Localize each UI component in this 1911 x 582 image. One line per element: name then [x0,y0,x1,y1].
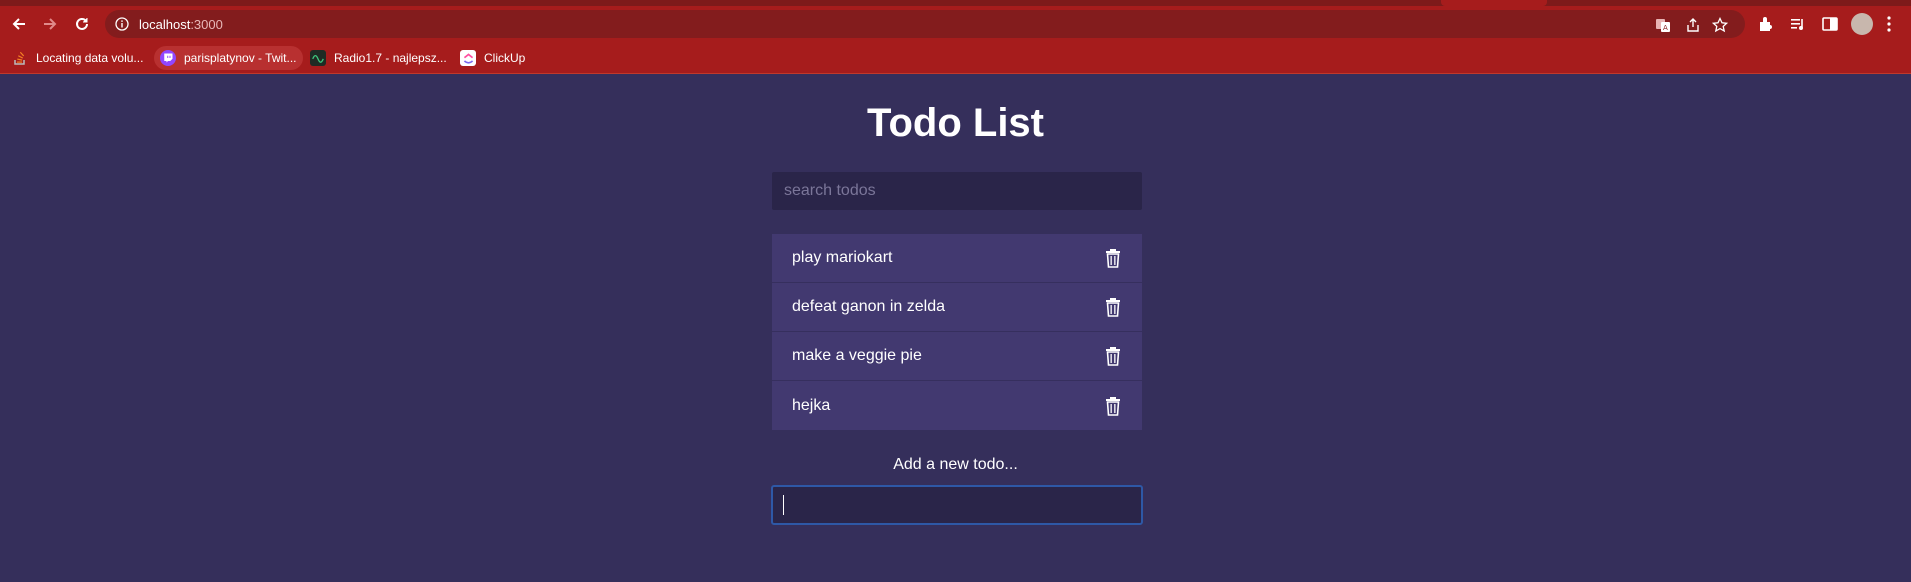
todo-text: make a veggie pie [792,347,922,364]
radio-wave-icon [310,50,326,66]
browser-toolbar: localhost:3000 A [0,6,1911,42]
arrow-left-icon [12,18,25,30]
todo-item: make a veggie pie [772,332,1142,381]
svg-text:A: A [1663,24,1668,32]
add-todo-input[interactable] [771,485,1143,525]
trash-icon[interactable] [1104,297,1122,317]
bookmark-label: parisplatynov - Twit... [184,51,297,65]
reload-button[interactable] [70,12,94,36]
back-button[interactable] [7,12,31,36]
forward-button[interactable] [38,12,62,36]
profile-avatar[interactable] [1851,13,1873,35]
bookmark-label: Radio1.7 - najlepsz... [334,51,447,65]
text-caret [783,495,784,515]
translate-icon[interactable]: A [1655,17,1671,33]
address-bar[interactable]: localhost:3000 A [105,10,1745,38]
reload-icon [76,17,88,30]
page-title: Todo List [867,101,1044,145]
bookmark-radio[interactable]: Radio1.7 - najlepsz... [304,46,453,70]
trash-icon[interactable] [1104,396,1122,416]
search-input[interactable] [772,172,1142,210]
todo-item: play mariokart [772,234,1142,283]
bookmark-star-icon[interactable] [1712,17,1728,33]
todo-text: defeat ganon in zelda [792,298,946,315]
todo-page: Todo List play mariokart defeat ganon in… [0,75,1911,582]
todo-text: play mariokart [792,249,893,266]
todo-list: play mariokart defeat ganon in zelda mak… [772,234,1142,430]
side-panel-icon[interactable] [1821,15,1839,33]
media-control-icon[interactable] [1789,15,1807,33]
share-icon[interactable] [1685,17,1701,33]
twitch-icon [160,50,176,66]
info-icon[interactable] [115,17,129,31]
extensions-icon[interactable] [1757,15,1775,33]
clickup-icon [460,50,476,66]
more-menu-icon[interactable] [1886,15,1892,33]
todo-item: defeat ganon in zelda [772,283,1142,332]
bookmark-clickup[interactable]: ClickUp [454,46,531,70]
todo-item: hejka [772,381,1142,430]
arrow-right-icon [44,18,57,30]
add-todo-label: Add a new todo... [893,456,1018,473]
trash-icon[interactable] [1104,248,1122,268]
stack-overflow-icon [12,50,28,66]
trash-icon[interactable] [1104,346,1122,366]
bookmark-twitch[interactable]: parisplatynov - Twit... [154,46,303,70]
bookmarks-bar: Locating data volu... parisplatynov - Tw… [0,42,1911,74]
bookmark-locating-data[interactable]: Locating data volu... [6,46,149,70]
bookmark-label: Locating data volu... [36,51,144,65]
url-text: localhost:3000 [139,17,223,32]
bookmark-label: ClickUp [484,51,526,65]
todo-text: hejka [792,396,831,414]
